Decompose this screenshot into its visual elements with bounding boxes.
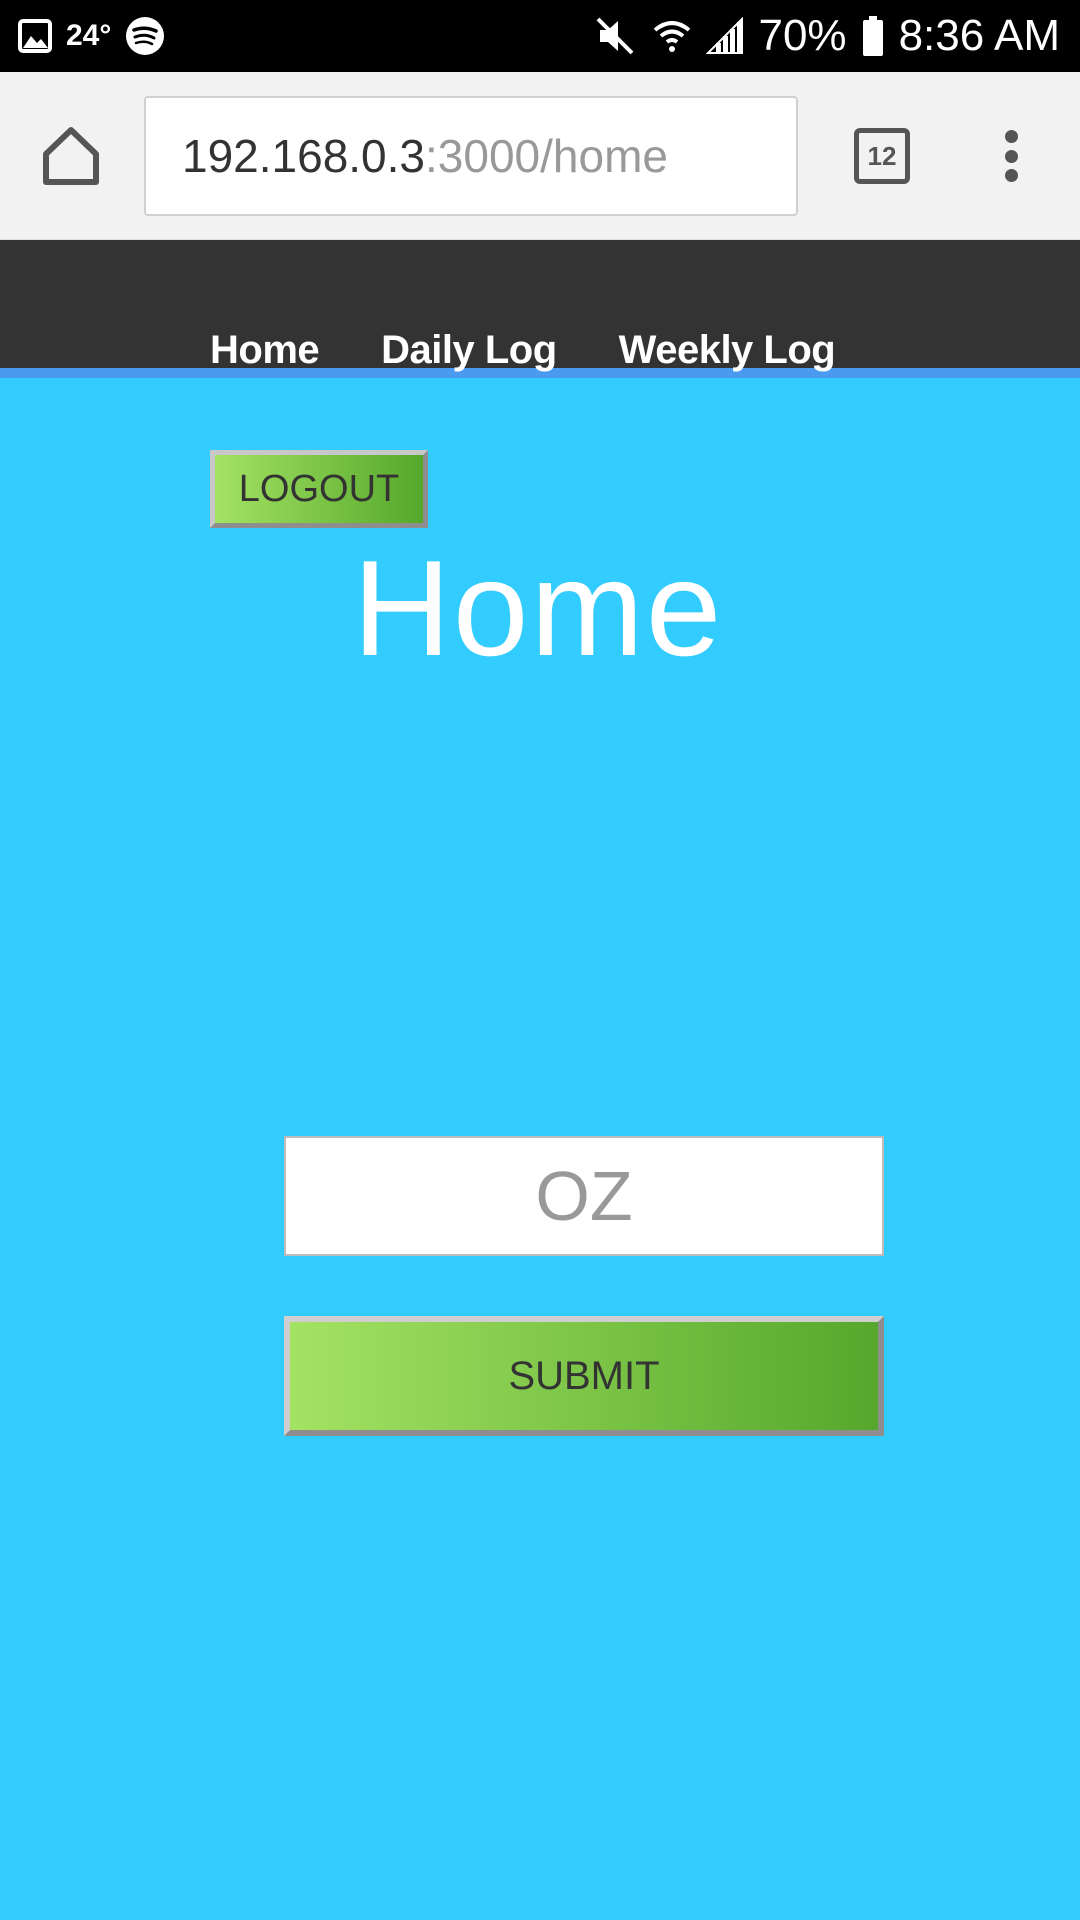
mute-icon [597,17,634,55]
home-icon [43,127,99,185]
battery-icon [862,16,883,56]
browser-toolbar: 192.168.0.3:3000/home 12 [0,72,1080,240]
status-left: 24° [18,0,165,72]
url-host: 192.168.0.3 [182,130,426,182]
menu-dot-icon [1004,149,1018,163]
browser-home-button[interactable] [38,124,104,190]
browser-menu-button[interactable] [996,126,1026,186]
menu-dot-icon [1004,169,1018,182]
menu-dot-icon [1004,130,1018,143]
status-right: 70% 8:36 AM [596,0,1060,72]
gallery-icon [18,19,52,53]
battery-percent: 70% [758,11,847,60]
url-bar[interactable]: 192.168.0.3:3000/home [144,96,798,216]
wifi-icon [654,21,691,52]
oz-input[interactable] [284,1136,884,1256]
nav-links: Home Daily Log Weekly Log [210,328,836,373]
site-navbar: Home Daily Log Weekly Log [0,240,1080,378]
nav-home[interactable]: Home [210,328,320,373]
clock: 8:36 AM [898,11,1060,60]
signal-icon [706,17,744,54]
logout-button[interactable]: LOGOUT [210,450,428,528]
tab-switcher-button[interactable]: 12 [854,128,910,184]
tab-count: 12 [867,140,897,171]
submit-button[interactable]: SUBMIT [284,1316,884,1436]
nav-weekly-log[interactable]: Weekly Log [619,328,836,373]
page-title: Home [352,532,724,684]
url-path: :3000/home [425,130,668,182]
spotify-icon [126,17,165,55]
nav-daily-log[interactable]: Daily Log [381,328,557,373]
status-bar: 24° 70% 8:36 AM [0,0,1080,72]
temperature: 24° [66,19,112,52]
